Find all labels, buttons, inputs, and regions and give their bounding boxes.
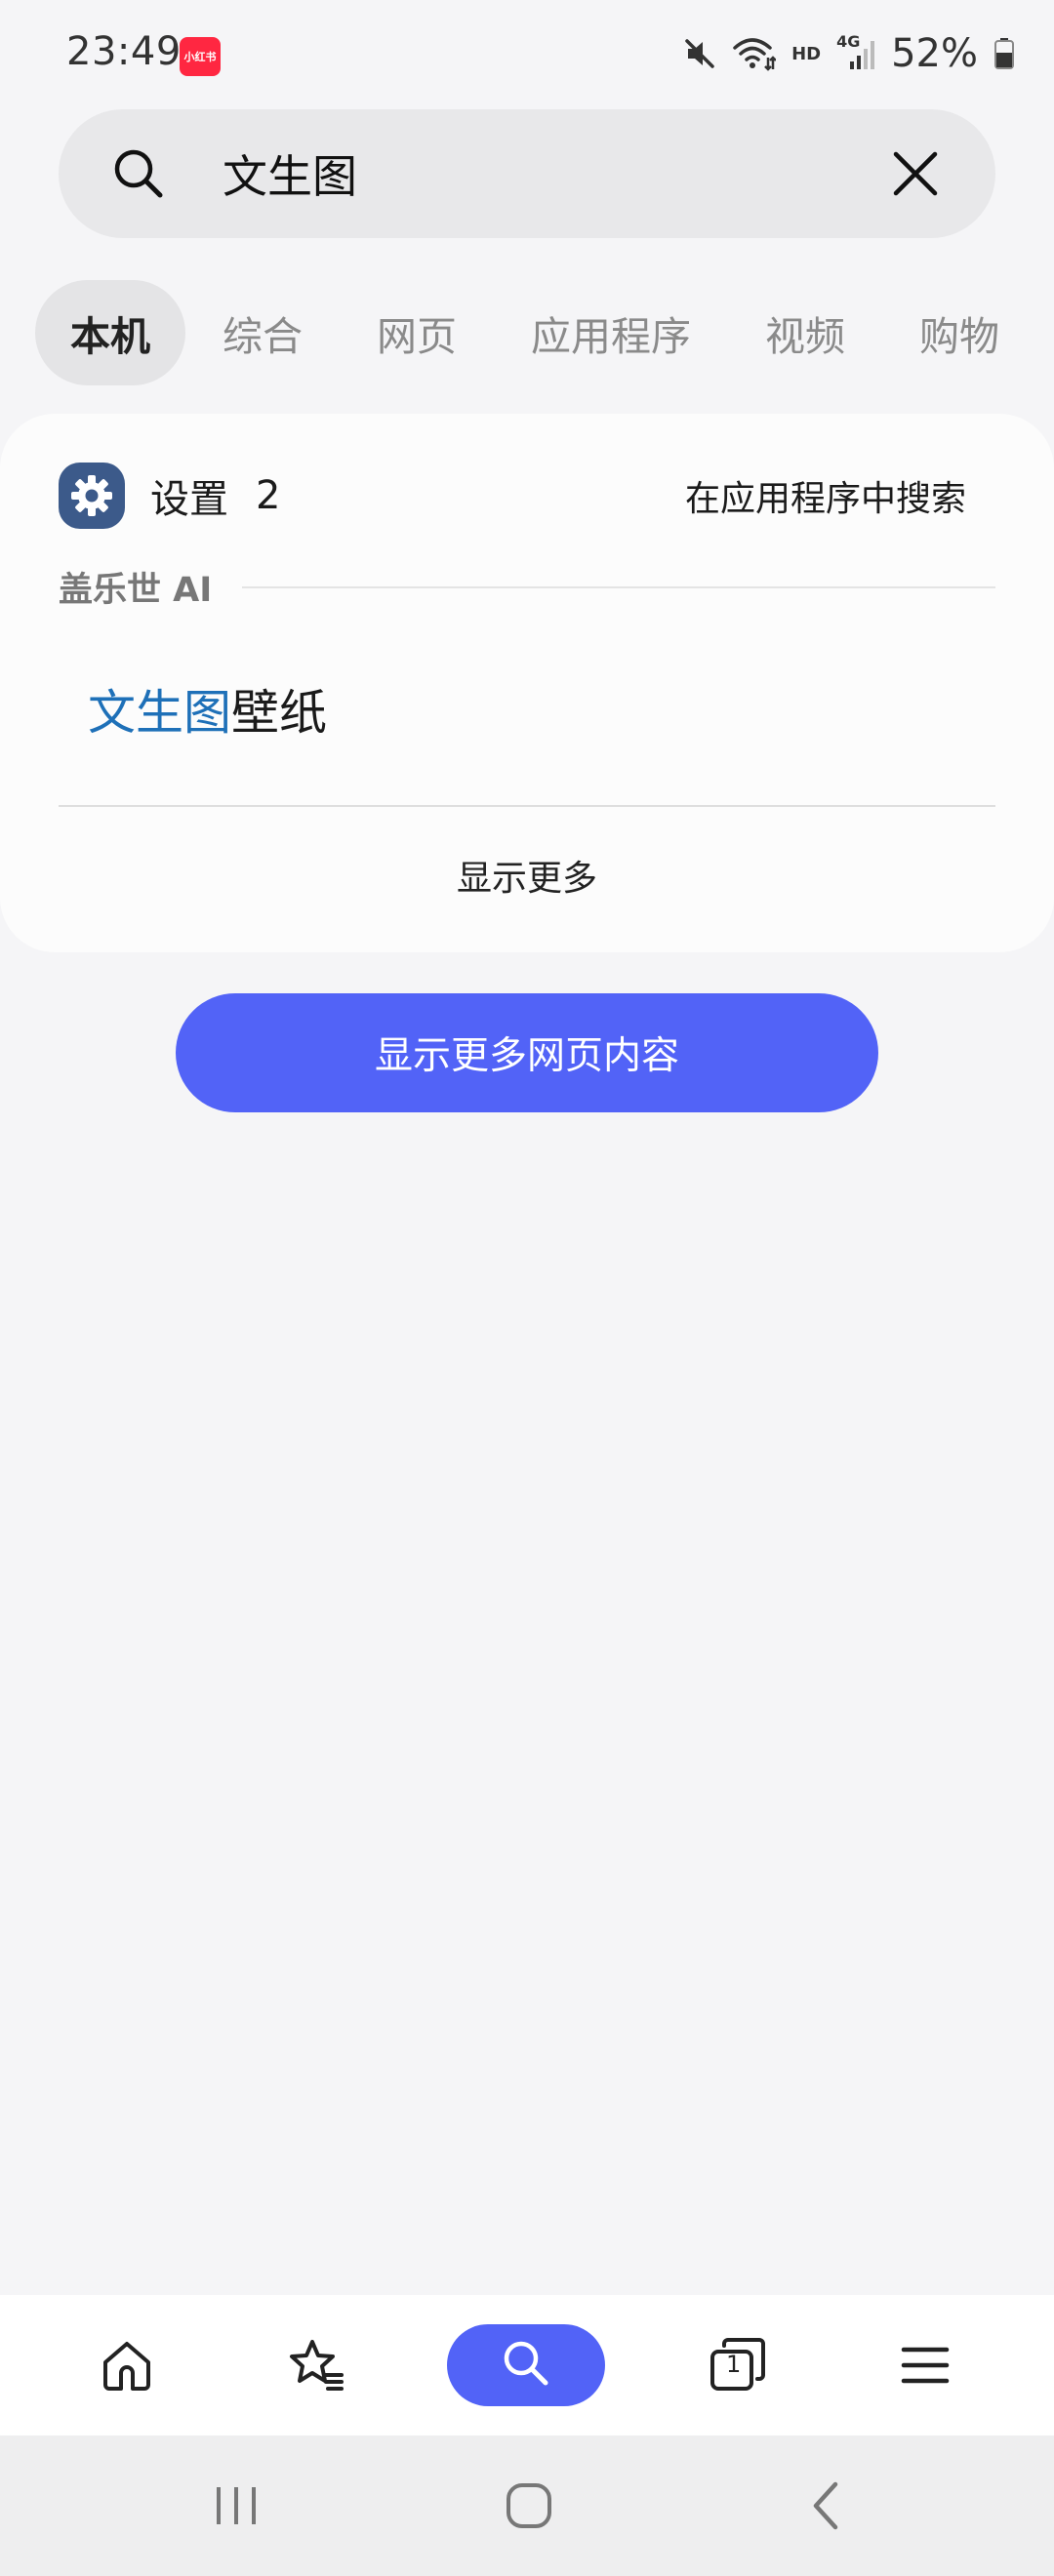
toolbar-search-button[interactable] bbox=[447, 2324, 605, 2406]
result-item-highlight: 文生图 bbox=[88, 684, 232, 741]
recent-apps-icon[interactable] bbox=[195, 2435, 277, 2576]
result-item-rest: 壁纸 bbox=[231, 684, 328, 741]
search-icon bbox=[499, 2336, 553, 2395]
battery-icon bbox=[993, 37, 1015, 70]
wifi-icon bbox=[733, 36, 777, 71]
results-card: 设置 2 在应用程序中搜索 盖乐世 AI 文生图 壁纸 显示更多 bbox=[0, 414, 1054, 952]
status-bar: 23:49 小红书 HD 4G 52% bbox=[0, 0, 1054, 107]
tab-web[interactable]: 网页 bbox=[340, 280, 494, 385]
close-icon[interactable] bbox=[890, 148, 941, 199]
browser-bottom-toolbar: 1 bbox=[0, 2295, 1054, 2435]
network-type-label: 4G bbox=[836, 32, 861, 51]
system-nav-bar bbox=[0, 2435, 1054, 2576]
result-divider bbox=[59, 805, 995, 807]
search-in-apps-link[interactable]: 在应用程序中搜索 bbox=[685, 463, 966, 529]
tab-shopping[interactable]: 购物 bbox=[882, 280, 1036, 385]
section-label-galaxy-ai: 盖乐世 AI bbox=[59, 570, 213, 610]
tabs-icon[interactable]: 1 bbox=[697, 2295, 779, 2435]
tabs-count: 1 bbox=[726, 2351, 742, 2378]
tab-apps[interactable]: 应用程序 bbox=[494, 280, 728, 385]
battery-percent: 52% bbox=[891, 31, 978, 76]
result-item-text-to-image-wallpaper[interactable]: 文生图 壁纸 bbox=[88, 669, 327, 747]
section-divider bbox=[242, 586, 995, 588]
bookmarks-icon[interactable] bbox=[275, 2295, 357, 2435]
nav-home-icon[interactable] bbox=[488, 2435, 570, 2576]
search-input[interactable]: 文生图 bbox=[223, 109, 357, 238]
tab-device[interactable]: 本机 bbox=[35, 280, 185, 385]
settings-app-name[interactable]: 设置 bbox=[150, 463, 228, 529]
tab-all[interactable]: 综合 bbox=[185, 280, 340, 385]
status-indicators: HD 4G 52% bbox=[682, 29, 1015, 78]
xiaohongshu-app-badge: 小红书 bbox=[180, 37, 221, 76]
status-time: 23:49 bbox=[66, 29, 182, 74]
back-icon[interactable] bbox=[785, 2435, 867, 2576]
show-more-web-content-button[interactable]: 显示更多网页内容 bbox=[176, 993, 878, 1112]
settings-gear-icon[interactable] bbox=[59, 463, 125, 529]
home-icon[interactable] bbox=[86, 2295, 168, 2435]
settings-result-count: 2 bbox=[256, 473, 281, 518]
network-hd-label: HD bbox=[791, 43, 822, 64]
search-bar[interactable]: 文生图 bbox=[59, 109, 995, 238]
show-more-button[interactable]: 显示更多 bbox=[0, 843, 1054, 907]
signal-icon: 4G bbox=[836, 32, 875, 71]
menu-icon[interactable] bbox=[884, 2295, 966, 2435]
tab-videos[interactable]: 视频 bbox=[728, 280, 882, 385]
mute-icon bbox=[682, 36, 717, 71]
search-icon bbox=[109, 144, 168, 203]
search-category-tabs: 本机 综合 网页 应用程序 视频 购物 bbox=[35, 279, 1036, 386]
